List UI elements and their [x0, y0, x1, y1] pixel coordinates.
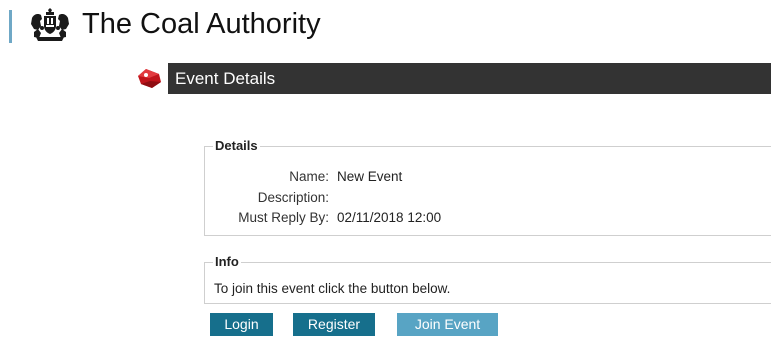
name-value: New Event: [337, 169, 403, 184]
info-text: To join this event click the button belo…: [214, 281, 451, 296]
red-tag-icon: [138, 69, 161, 88]
page: The Coal Authority Event Details Details…: [0, 0, 771, 340]
page-title: Event Details: [175, 69, 276, 88]
royal-coat-of-arms-icon: [31, 8, 69, 41]
detail-row-name: Name:: [205, 168, 329, 186]
register-button[interactable]: Register: [293, 313, 375, 336]
info-legend: Info: [213, 254, 241, 270]
header-accent-bar: [9, 10, 12, 43]
login-button[interactable]: Login: [210, 313, 273, 336]
details-fieldset: Details Name: Description: Must Reply By…: [204, 138, 771, 237]
page-heading-bar: Event Details: [168, 63, 771, 94]
description-label: Description:: [257, 190, 329, 205]
details-labels: Name: Description: Must Reply By:: [205, 147, 329, 237]
must-reply-by-label: Must Reply By:: [238, 210, 329, 225]
detail-row-reply-by: Must Reply By:: [205, 209, 329, 227]
site-header: The Coal Authority: [0, 0, 771, 50]
site-title: The Coal Authority: [82, 8, 321, 40]
must-reply-by-value: 02/11/2018 12:00: [337, 210, 442, 225]
details-values: New Event 02/11/2018 12:00: [337, 147, 737, 237]
detail-row-description: Description:: [205, 189, 329, 207]
name-label: Name:: [289, 169, 329, 184]
join-event-button[interactable]: Join Event: [397, 313, 498, 336]
info-fieldset: Info To join this event click the button…: [204, 254, 771, 304]
